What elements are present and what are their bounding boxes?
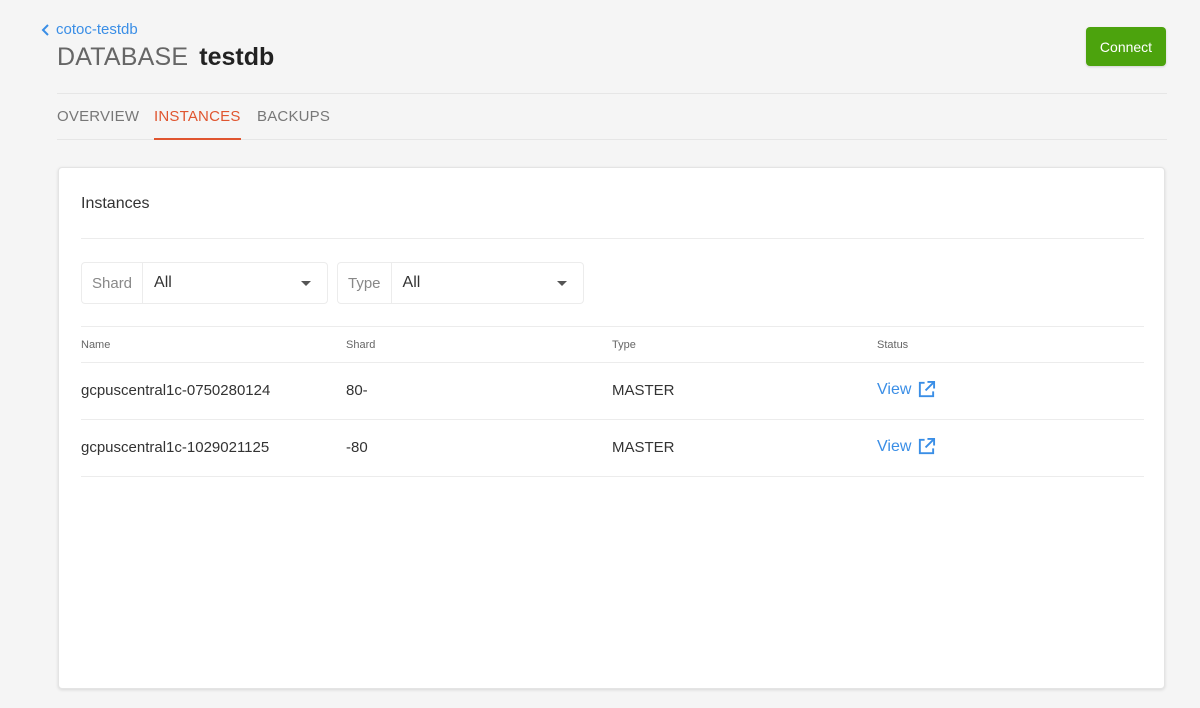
connect-button[interactable]: Connect <box>1086 27 1166 66</box>
view-instance-link[interactable]: View <box>877 380 936 399</box>
instance-name: gcpuscentral1c-0750280124 <box>81 382 271 399</box>
shard-filter-label: Shard <box>82 263 144 303</box>
instance-shard: 80- <box>346 382 368 399</box>
header-row-divider <box>81 362 1144 363</box>
type-filter-value: All <box>402 274 421 291</box>
card-divider <box>81 238 1144 239</box>
column-header-type: Type <box>612 339 636 351</box>
column-header-status: Status <box>877 339 909 351</box>
instance-type: MASTER <box>612 382 675 399</box>
external-link-icon <box>919 380 936 398</box>
back-link-label: cotoc-testdb <box>56 21 138 38</box>
instance-name: gcpuscentral1c-1029021125 <box>81 439 270 456</box>
page-title: DATABASE testdb <box>57 43 274 72</box>
caret-down-icon <box>557 280 567 286</box>
table-row-divider <box>81 419 1144 420</box>
table-row-divider <box>81 476 1144 477</box>
page-title-kind: DATABASE <box>57 43 189 71</box>
external-link-icon <box>919 437 936 455</box>
view-link-label: View <box>877 380 912 398</box>
back-link[interactable]: cotoc-testdb <box>41 21 138 38</box>
type-filter[interactable]: Type All <box>337 262 584 304</box>
view-instance-link[interactable]: View <box>877 437 936 456</box>
instances-card: Instances Shard All Type All Name Shard … <box>58 167 1165 689</box>
chevron-left-icon <box>41 23 49 36</box>
tab-backups[interactable]: BACKUPS <box>257 108 330 138</box>
column-header-shard: Shard <box>346 339 376 351</box>
card-title: Instances <box>81 195 150 212</box>
tab-instances[interactable]: INSTANCES <box>154 108 241 140</box>
shard-filter-value: All <box>154 274 172 291</box>
instance-shard: -80 <box>346 439 368 456</box>
table-top-divider <box>81 326 1144 327</box>
type-filter-label: Type <box>338 263 392 303</box>
view-link-label: View <box>877 437 912 455</box>
caret-down-icon <box>301 280 311 286</box>
instance-type: MASTER <box>612 439 675 456</box>
shard-filter[interactable]: Shard All <box>81 262 328 304</box>
page-title-name: testdb <box>199 43 275 71</box>
tab-bar: OVERVIEW INSTANCES BACKUPS <box>57 94 1167 140</box>
tab-overview[interactable]: OVERVIEW <box>57 108 139 138</box>
column-header-name: Name <box>81 339 111 351</box>
